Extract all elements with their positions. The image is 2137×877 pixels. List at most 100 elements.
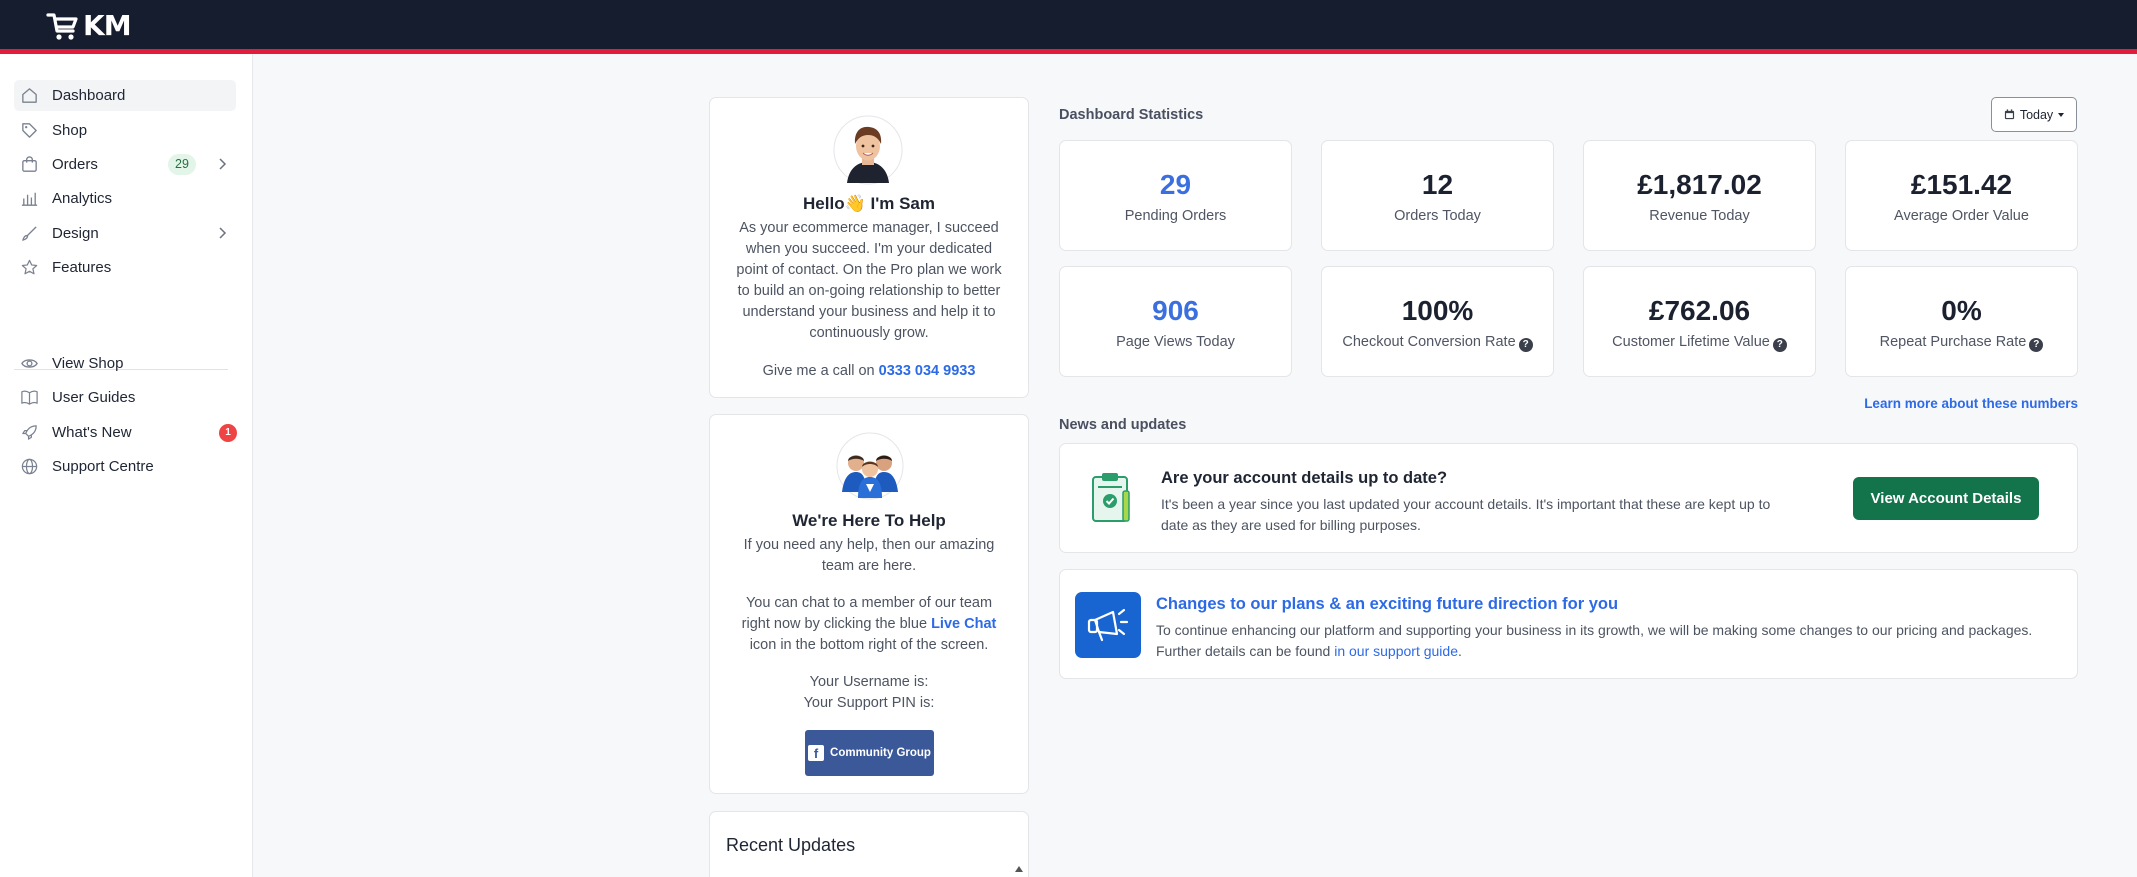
- stat-card-average-order-value: £151.42 Average Order Value: [1845, 140, 2078, 251]
- plans-notice-heading[interactable]: Changes to our plans & an exciting futur…: [1156, 595, 1618, 614]
- help-title: We're Here To Help: [792, 511, 946, 530]
- cart-icon: [46, 13, 78, 40]
- brush-icon: [20, 224, 39, 243]
- rocket-icon: [20, 423, 39, 442]
- megaphone-icon: [1075, 592, 1141, 658]
- logo-text: KM: [83, 9, 132, 42]
- sidebar-item-support-centre[interactable]: Support Centre: [14, 451, 236, 482]
- eye-icon: [20, 354, 39, 373]
- calendar-icon: [2004, 109, 2014, 120]
- sidebar-item-label: What's New: [52, 424, 132, 441]
- sidebar-item-label: View Shop: [52, 355, 124, 372]
- orders-count-badge: 29: [168, 154, 196, 175]
- plans-update-notice: Changes to our plans & an exciting futur…: [1059, 569, 2078, 679]
- sidebar-item-view-shop[interactable]: View Shop: [14, 348, 236, 379]
- stat-label-row: Customer Lifetime Value?: [1584, 333, 1815, 352]
- manager-avatar: [833, 115, 903, 185]
- clipboard-check-icon: [1090, 471, 1132, 525]
- stat-label: Revenue Today: [1649, 208, 1750, 224]
- community-button-label: Community Group: [830, 747, 931, 759]
- help-intro: If you need any help, then our amazing t…: [743, 537, 995, 574]
- notification-badge: 1: [219, 424, 237, 442]
- support-pin-line: Your Support PIN is:: [803, 695, 935, 711]
- stat-card-pending-orders[interactable]: 29 Pending Orders: [1059, 140, 1292, 251]
- sidebar: Dashboard Shop Orders 29 Analytics Desig…: [0, 54, 253, 877]
- view-account-details-button[interactable]: View Account Details: [1853, 477, 2039, 520]
- bag-icon: [20, 155, 39, 174]
- call-text: Give me a call on: [762, 363, 875, 379]
- date-filter-dropdown[interactable]: Today: [1991, 97, 2077, 132]
- date-filter-label: Today: [2019, 107, 2054, 122]
- sidebar-item-label: Shop: [52, 122, 88, 139]
- sidebar-item-whats-new[interactable]: What's New 1: [14, 417, 237, 448]
- stat-label: Orders Today: [1394, 208, 1481, 224]
- scroll-up-icon[interactable]: [1015, 866, 1023, 872]
- chevron-right-icon[interactable]: [214, 225, 230, 241]
- dashboard-statistics-title: Dashboard Statistics: [1059, 107, 1204, 123]
- stat-value: £762.06: [1648, 295, 1751, 326]
- chevron-right-icon[interactable]: [214, 156, 230, 172]
- stat-label: Checkout Conversion Rate: [1342, 334, 1516, 350]
- plans-body-end: .: [1458, 643, 1462, 659]
- phone-link[interactable]: 0333 034 9933: [879, 363, 976, 379]
- stat-card-revenue-today: £1,817.02 Revenue Today: [1583, 140, 1816, 251]
- ekm-logo[interactable]: KM: [46, 9, 132, 43]
- live-chat-link[interactable]: Live Chat: [931, 616, 996, 632]
- sidebar-item-analytics[interactable]: Analytics: [14, 183, 236, 214]
- top-bar: KM: [0, 0, 2137, 54]
- community-group-button[interactable]: f Community Group: [805, 730, 934, 776]
- book-icon: [20, 388, 39, 407]
- stat-label-row: Repeat Purchase Rate?: [1846, 333, 2077, 352]
- stat-value: £1,817.02: [1637, 169, 1762, 200]
- support-guide-link[interactable]: in our support guide: [1334, 643, 1458, 659]
- sidebar-item-orders[interactable]: Orders 29: [14, 149, 236, 180]
- sidebar-item-label: Design: [52, 225, 99, 242]
- sidebar-item-label: Features: [52, 259, 112, 276]
- chart-icon: [20, 189, 39, 208]
- stat-card-repeat-purchase-rate: 0% Repeat Purchase Rate?: [1845, 266, 2078, 377]
- star-icon: [20, 258, 39, 277]
- recent-updates-card: Recent Updates: [709, 811, 1029, 877]
- stat-value: 0%: [1941, 295, 1982, 326]
- stat-card-customer-lifetime-value: £762.06 Customer Lifetime Value?: [1583, 266, 1816, 377]
- sidebar-item-design[interactable]: Design: [14, 218, 236, 249]
- header-accent-line: [0, 49, 2137, 54]
- stat-card-orders-today: 12 Orders Today: [1321, 140, 1554, 251]
- sidebar-item-dashboard[interactable]: Dashboard: [14, 80, 236, 111]
- stat-card-checkout-conversion: 100% Checkout Conversion Rate?: [1321, 266, 1554, 377]
- help-question-icon[interactable]: ?: [1518, 338, 1533, 352]
- chat-text-after: icon in the bottom right of the screen.: [749, 637, 989, 653]
- stat-value: 906: [1152, 295, 1199, 326]
- plans-notice-body: To continue enhancing our platform and s…: [1156, 620, 2036, 662]
- stat-card-page-views[interactable]: 906 Page Views Today: [1059, 266, 1292, 377]
- sidebar-item-label: User Guides: [52, 389, 136, 406]
- support-team-avatar: [836, 432, 904, 500]
- account-notice-heading: Are your account details up to date?: [1161, 469, 1448, 487]
- facebook-icon: f: [808, 745, 825, 761]
- stat-label: Customer Lifetime Value: [1612, 334, 1770, 350]
- help-chat-text: You can chat to a member of our team rig…: [734, 593, 1004, 656]
- help-question-icon[interactable]: ?: [2029, 338, 2044, 352]
- help-question-icon[interactable]: ?: [1772, 338, 1787, 352]
- sidebar-item-shop[interactable]: Shop: [14, 115, 236, 146]
- sidebar-item-label: Support Centre: [52, 458, 154, 475]
- sidebar-item-features[interactable]: Features: [14, 252, 236, 283]
- home-icon: [20, 86, 39, 105]
- stat-label-row: Checkout Conversion Rate?: [1322, 333, 1553, 352]
- stat-value: £151.42: [1910, 169, 2013, 200]
- sidebar-item-user-guides[interactable]: User Guides: [14, 382, 236, 413]
- stat-label: Page Views Today: [1116, 334, 1235, 350]
- globe-icon: [20, 457, 39, 476]
- account-notice-body: It's been a year since you last updated …: [1161, 496, 1771, 533]
- sidebar-item-label: Analytics: [52, 190, 113, 207]
- tag-icon: [20, 121, 39, 140]
- stat-value: 29: [1159, 169, 1192, 200]
- stat-label: Average Order Value: [1894, 208, 2029, 224]
- account-manager-card: Hello👋 I'm Sam As your ecommerce manager…: [709, 97, 1029, 398]
- stat-label: Pending Orders: [1124, 208, 1227, 224]
- caret-down-icon: [2058, 112, 2065, 117]
- learn-more-link[interactable]: Learn more about these numbers: [1700, 396, 2078, 411]
- username-line: Your Username is:: [809, 674, 929, 690]
- plans-body-text: To continue enhancing our platform and s…: [1156, 622, 2033, 659]
- stat-value: 12: [1421, 169, 1454, 200]
